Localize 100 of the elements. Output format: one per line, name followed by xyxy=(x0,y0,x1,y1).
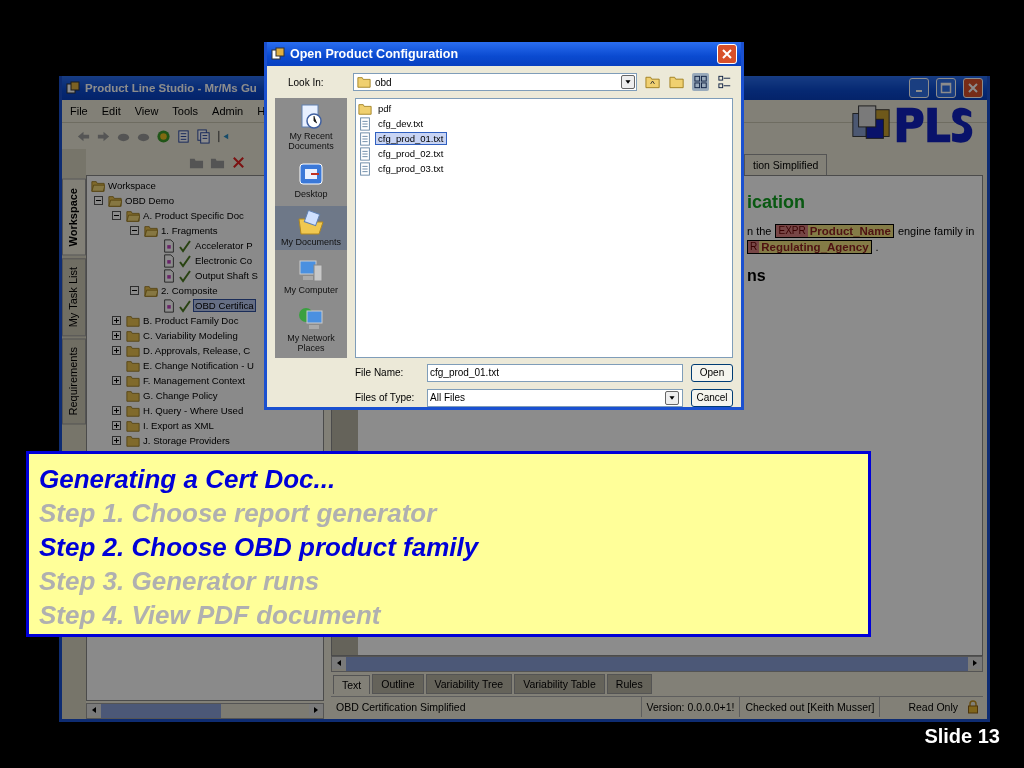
close-button[interactable] xyxy=(963,78,983,98)
scroll-right-icon[interactable] xyxy=(968,657,982,669)
folder-icon xyxy=(108,193,122,208)
cancel-button[interactable]: Cancel xyxy=(691,388,733,407)
maximize-button[interactable] xyxy=(936,78,956,98)
menu-item[interactable]: Edit xyxy=(101,105,121,117)
tree-toggle[interactable] xyxy=(112,436,121,445)
document-text: engine family in xyxy=(897,225,975,237)
app-icon xyxy=(66,81,80,95)
delete-icon[interactable] xyxy=(231,154,246,170)
details-view-icon[interactable] xyxy=(715,73,733,91)
expression-token[interactable]: EXPR Product_Name xyxy=(775,224,894,238)
scroll-left-icon[interactable] xyxy=(332,657,346,669)
tree-toggle[interactable] xyxy=(112,346,121,355)
document-icon xyxy=(162,238,176,253)
folder-icon xyxy=(126,418,140,433)
step-text: Step 4. View PDF document xyxy=(39,599,383,632)
tree-toggle[interactable] xyxy=(112,406,121,415)
places-item[interactable]: My Network Places xyxy=(275,302,347,356)
view-tab[interactable]: Text xyxy=(333,675,371,694)
tree-item[interactable]: Accelerator P xyxy=(194,240,254,251)
list-entry[interactable]: cfg_prod_01.txt xyxy=(376,133,446,144)
menu-item[interactable]: Tools xyxy=(172,105,199,117)
horizontal-scrollbar[interactable] xyxy=(86,703,324,719)
tree-item[interactable]: Electronic Co xyxy=(194,255,254,266)
folder-icon xyxy=(297,209,325,237)
document-heading: ication xyxy=(747,192,806,213)
tree-item[interactable]: 2. Composite xyxy=(160,285,219,296)
places-item[interactable]: Desktop xyxy=(275,158,347,202)
folder-icon xyxy=(357,75,371,89)
places-item[interactable]: My Recent Documents xyxy=(275,100,347,154)
document-icon xyxy=(162,268,176,283)
step-text: Step 3. Generator runs xyxy=(39,565,321,598)
tree-item[interactable]: Output Shaft S xyxy=(194,270,259,281)
tree-item[interactable]: 1. Fragments xyxy=(160,225,219,236)
tree-item[interactable]: B. Product Family Doc xyxy=(142,315,240,326)
status-text: Checked out [Keith Musser] xyxy=(739,697,880,717)
view-tab[interactable]: Outline xyxy=(372,674,424,694)
tree-item[interactable]: Workspace xyxy=(107,180,157,191)
tree-toggle[interactable] xyxy=(112,376,121,385)
view-tab[interactable]: Variability Tree xyxy=(425,674,513,694)
file-type-dropdown[interactable]: All Files xyxy=(427,388,683,407)
list-entry[interactable]: cfg_dev.txt xyxy=(376,118,426,129)
tree-item[interactable]: D. Approvals, Release, C xyxy=(142,345,252,356)
tree-toggle[interactable] xyxy=(130,286,139,295)
list-entry[interactable]: pdf xyxy=(376,103,394,114)
tree-item[interactable]: OBD Certifica xyxy=(194,300,255,311)
places-item[interactable]: My Documents xyxy=(275,206,347,250)
menu-item[interactable]: Admin xyxy=(212,105,244,117)
tree-toggle[interactable] xyxy=(112,211,121,220)
minimize-button[interactable] xyxy=(909,78,929,98)
side-tab[interactable]: Workspace xyxy=(62,179,86,256)
menu-item[interactable]: View xyxy=(134,105,159,117)
scroll-left-icon[interactable] xyxy=(87,704,101,716)
document-icon[interactable] xyxy=(176,128,191,144)
tree-toggle[interactable] xyxy=(130,226,139,235)
side-tab[interactable]: Requirements xyxy=(62,337,86,425)
tree-item[interactable]: F. Management Context xyxy=(142,375,246,386)
look-in-dropdown[interactable]: obd xyxy=(353,73,637,91)
tree-item[interactable]: J. Storage Providers xyxy=(142,435,231,446)
tree-item[interactable]: A. Product Specific Doc xyxy=(142,210,245,221)
tree-toggle[interactable] xyxy=(112,331,121,340)
open-button[interactable]: Open xyxy=(691,363,733,382)
view-tab[interactable]: Rules xyxy=(606,674,652,694)
document-tab[interactable]: tion Simplified xyxy=(744,154,828,175)
tree-item[interactable]: I. Export as XML xyxy=(142,420,215,431)
status-text: Version: 0.0.0.0+1! xyxy=(640,697,740,717)
menu-item[interactable]: H xyxy=(257,105,266,117)
tree-item[interactable]: E. Change Notification - U xyxy=(142,360,255,371)
tree-toggle[interactable] xyxy=(94,196,103,205)
tree-toggle[interactable] xyxy=(112,421,121,430)
tree-item[interactable]: G. Change Policy xyxy=(142,390,219,401)
folder-icon xyxy=(126,343,140,358)
places-item[interactable]: My Computer xyxy=(275,254,347,298)
list-entry[interactable]: cfg_prod_02.txt xyxy=(376,148,446,159)
list-entry[interactable]: cfg_prod_03.txt xyxy=(376,163,446,174)
close-button[interactable] xyxy=(717,44,737,64)
file-name-field[interactable]: cfg_prod_01.txt xyxy=(427,363,683,382)
step-text: Step 2. Choose OBD product family xyxy=(39,531,480,564)
status-text: Read Only xyxy=(879,697,963,717)
minimize-icon xyxy=(916,90,922,92)
menu-item[interactable]: File xyxy=(70,105,88,117)
folder-icon xyxy=(91,178,105,193)
scroll-right-icon[interactable] xyxy=(309,704,323,716)
expression-token[interactable]: R Regulating_Agency xyxy=(747,240,872,254)
tree-item[interactable]: OBD Demo xyxy=(124,195,176,206)
horizontal-scrollbar[interactable] xyxy=(331,656,983,672)
folder-icon xyxy=(126,313,140,328)
tree-toggle[interactable] xyxy=(112,316,121,325)
tree-item[interactable]: H. Query - Where Used xyxy=(142,405,245,416)
look-in-label: Look In: xyxy=(287,76,325,88)
document-icon xyxy=(162,298,176,313)
list-view-icon[interactable] xyxy=(691,73,709,91)
view-tab[interactable]: Variability Table xyxy=(514,674,605,694)
text-file-icon xyxy=(358,116,372,131)
side-tab[interactable]: My Task List xyxy=(62,257,86,336)
folder-icon xyxy=(358,101,372,116)
documents-icon[interactable] xyxy=(196,128,211,144)
tree-item[interactable]: C. Variability Modeling xyxy=(142,330,239,341)
folder-icon xyxy=(126,208,140,223)
